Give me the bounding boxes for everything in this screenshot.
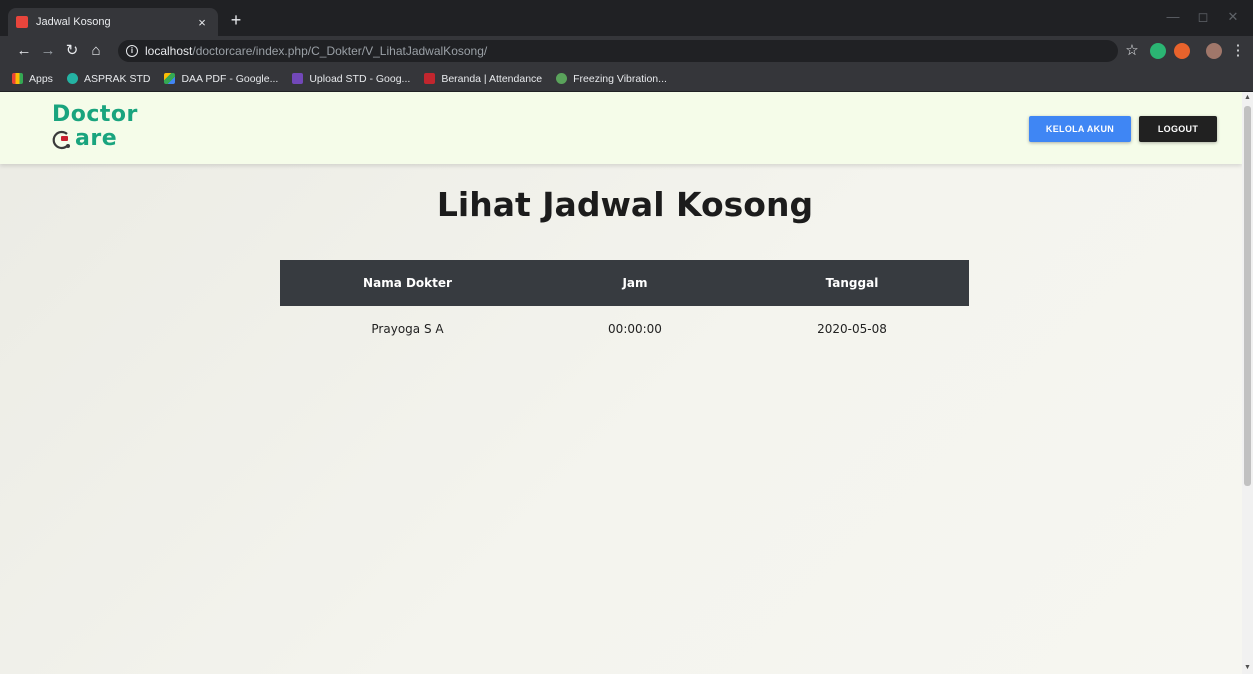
info-icon[interactable]: i	[126, 45, 138, 57]
extension-icon[interactable]	[1174, 43, 1190, 59]
page-scrollbar[interactable]: ▲ ▼	[1242, 92, 1253, 674]
logo-care-row: are	[52, 127, 138, 151]
jadwal-table: Nama Dokter Jam Tanggal Prayoga S A 00:0…	[280, 260, 969, 352]
tab-title: Jadwal Kosong	[36, 16, 111, 28]
kelola-akun-button[interactable]: KELOLA AKUN	[1029, 116, 1131, 142]
bookmark-favicon-icon	[66, 73, 78, 84]
reload-icon[interactable]: ↻	[62, 41, 82, 61]
scroll-thumb[interactable]	[1244, 106, 1251, 486]
drive-icon	[164, 73, 176, 84]
logout-button[interactable]: LOGOUT	[1139, 116, 1217, 142]
browser-tab-bar: Jadwal Kosong × + — ◻ ✕	[0, 0, 1253, 36]
scroll-down-icon[interactable]: ▼	[1242, 662, 1253, 674]
column-header-jam: Jam	[535, 260, 735, 306]
browser-tab[interactable]: Jadwal Kosong ×	[8, 8, 218, 36]
bookmark-favicon-icon	[556, 73, 568, 84]
tab-favicon-icon	[16, 16, 28, 28]
maximize-icon[interactable]: ◻	[1188, 9, 1218, 25]
page-title: Lihat Jadwal Kosong	[436, 185, 814, 224]
forms-icon	[292, 73, 304, 84]
arrow-right-icon[interactable]: →	[38, 41, 58, 61]
url-path: /doctorcare/index.php/C_Dokter/V_LihatJa…	[192, 44, 488, 58]
table-header-row: Nama Dokter Jam Tanggal	[280, 260, 969, 306]
site-navbar: Doctor are KELOLA AKUN LOGOUT	[0, 92, 1242, 164]
table-row: Prayoga S A 00:00:00 2020-05-08	[280, 306, 969, 352]
stethoscope-icon	[52, 130, 70, 150]
home-icon[interactable]: ⌂	[86, 41, 106, 61]
close-window-icon[interactable]: ✕	[1218, 9, 1248, 25]
apps-grid-icon	[12, 73, 23, 84]
address-bar[interactable]: i localhost /doctorcare/index.php/C_Dokt…	[118, 40, 1118, 62]
star-icon[interactable]: ☆	[1122, 41, 1142, 61]
bookmark-beranda-attendance[interactable]: Beranda | Attendance	[424, 73, 542, 85]
bookmark-asprak-std[interactable]: ASPRAK STD	[66, 73, 150, 85]
bookmarks-bar: Apps ASPRAK STD DAA PDF - Google... Uplo…	[0, 66, 1253, 92]
tab-close-icon[interactable]: ×	[194, 15, 210, 30]
profile-avatar-icon[interactable]	[1206, 43, 1222, 59]
browser-toolbar: ← → ↻ ⌂ i localhost /doctorcare/index.ph…	[0, 36, 1253, 66]
bookmark-freezing-vibration[interactable]: Freezing Vibration...	[556, 73, 667, 85]
logo-text-doctor: Doctor	[52, 102, 138, 127]
cell-jam: 00:00:00	[608, 322, 662, 336]
bookmark-upload-std[interactable]: Upload STD - Goog...	[292, 73, 410, 85]
new-tab-button[interactable]: +	[226, 11, 246, 29]
minimize-icon[interactable]: —	[1158, 9, 1188, 24]
kebab-menu-icon[interactable]: ⋮	[1228, 41, 1248, 61]
doctorcare-logo[interactable]: Doctor are	[52, 103, 138, 151]
logo-text-care: are	[75, 126, 118, 151]
arrow-left-icon[interactable]: ←	[14, 41, 34, 61]
url-host: localhost	[145, 44, 193, 58]
page-content: Doctor are KELOLA AKUN LOGOUT Lihat Jadw…	[0, 92, 1242, 674]
bookmark-apps[interactable]: Apps	[12, 73, 53, 85]
scroll-up-icon[interactable]: ▲	[1242, 92, 1253, 104]
column-header-nama-dokter: Nama Dokter	[280, 260, 535, 306]
cell-nama-dokter: Prayoga S A	[371, 322, 444, 336]
bookmark-favicon-icon	[424, 73, 436, 84]
extension-icon[interactable]	[1150, 43, 1166, 59]
column-header-tanggal: Tanggal	[735, 260, 969, 306]
bookmark-daa-pdf[interactable]: DAA PDF - Google...	[164, 73, 278, 85]
cell-tanggal: 2020-05-08	[817, 322, 887, 336]
